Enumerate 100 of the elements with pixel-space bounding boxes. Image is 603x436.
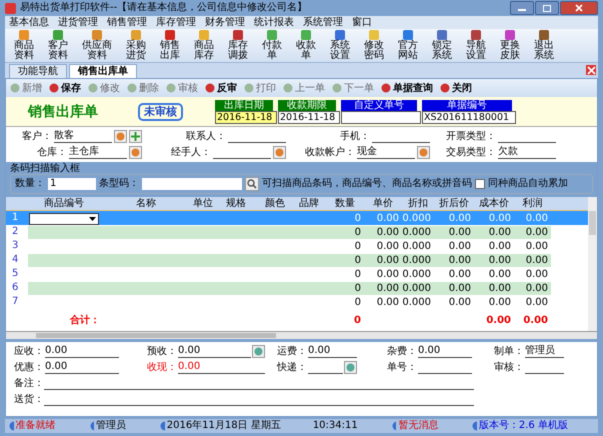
table-cell: 0.00 — [448, 282, 471, 294]
table-row[interactable]: 2 0 0.00 0.000 0.00 0.00 0.00 — [6, 225, 588, 239]
menu-item[interactable]: 窗口 — [352, 16, 372, 29]
column-header[interactable]: 成本价 — [474, 197, 514, 210]
column-header[interactable]: 商品编号 — [28, 197, 100, 210]
field-label: 单号： — [387, 362, 417, 374]
toolbar-button[interactable]: 导航设置 — [460, 29, 492, 62]
checkbox[interactable] — [475, 179, 485, 189]
field-label: 单据编号 — [422, 100, 512, 110]
column-header[interactable]: 折扣 — [402, 197, 434, 210]
dot-icon — [10, 83, 20, 93]
toolbar-button[interactable]: 商品库存 — [188, 29, 220, 62]
toolbar-button[interactable]: 销售出库 — [154, 29, 186, 62]
tab[interactable]: 功能导航 — [9, 64, 67, 78]
barcode-field[interactable] — [142, 178, 242, 190]
table-row[interactable]: 3 0 0.00 0.000 0.00 0.00 0.00 — [6, 239, 588, 253]
table-row[interactable]: 7 0 0.00 0.000 0.00 0.00 0.00 — [6, 295, 588, 309]
field-label: 预收： — [147, 346, 177, 358]
column-header[interactable]: 折后价 — [434, 197, 474, 210]
input-field[interactable]: 现金 — [357, 146, 415, 159]
menu-item[interactable]: 基本信息 — [9, 16, 49, 29]
table-cell: 0 — [354, 240, 361, 252]
dot-icon — [332, 83, 342, 93]
action-button[interactable]: 保存 — [49, 81, 81, 95]
row-number: 1 — [11, 212, 20, 224]
toolbar-button[interactable]: 付款单 — [256, 29, 288, 62]
input-field[interactable]: 管理员 — [525, 345, 564, 358]
total-value: 0.00 — [486, 314, 511, 326]
menu-item[interactable]: 库存管理 — [156, 16, 196, 29]
toolbar-button[interactable]: 锁定系统 — [426, 29, 458, 62]
field-label: 自定义单号 — [341, 100, 417, 110]
minimize-button[interactable] — [510, 1, 534, 15]
table-cell: 0 — [354, 268, 361, 280]
column-header[interactable]: 名称 — [100, 197, 192, 210]
column-header[interactable]: 单位 — [192, 197, 214, 210]
action-button[interactable]: 单据查询 — [381, 81, 433, 95]
menu-item[interactable]: 销售管理 — [107, 16, 147, 29]
tab[interactable]: 销售出库单 — [69, 64, 137, 78]
column-header[interactable]: 利润 — [514, 197, 551, 210]
toolbar-button[interactable]: 修改密码 — [358, 29, 390, 62]
field-label: 仓库： — [37, 147, 67, 159]
table-cell: 0.000 — [402, 282, 431, 294]
input-field[interactable]: 0.00 — [308, 345, 357, 358]
quantity-field[interactable]: 1 — [48, 178, 96, 190]
tab-close-icon[interactable] — [586, 65, 596, 75]
input-field[interactable]: 0.00 — [45, 345, 119, 358]
column-header[interactable]: 品牌 — [292, 197, 326, 210]
column-header[interactable]: 单价 — [364, 197, 402, 210]
dot-icon — [127, 83, 137, 93]
row-number: 5 — [11, 268, 20, 280]
table-row[interactable]: 4 0 0.00 0.000 0.00 0.00 0.00 — [6, 253, 588, 267]
input-field[interactable] — [341, 110, 421, 124]
table-cell: 0 — [354, 296, 361, 308]
toolbar-button[interactable]: 供应商资料 — [76, 29, 118, 62]
input-field[interactable]: 2016-11-18 — [278, 110, 340, 124]
column-header[interactable]: 颜色 — [258, 197, 292, 210]
menu-item[interactable]: 统计报表 — [254, 16, 294, 29]
input-field[interactable]: 散客 — [54, 130, 112, 143]
action-button[interactable]: 反审 — [205, 81, 237, 95]
toolbar-button[interactable]: 官方网站 — [392, 29, 424, 62]
table-row[interactable]: 6 0 0.00 0.000 0.00 0.00 0.00 — [6, 281, 588, 295]
menu-item[interactable]: 财务管理 — [205, 16, 245, 29]
toolbar-button[interactable]: 更换皮肤 — [494, 29, 526, 62]
input-field[interactable]: 2016-11-18 — [215, 110, 277, 124]
horizontal-scrollbar[interactable] — [6, 331, 597, 339]
action-button[interactable]: 关闭 — [440, 81, 472, 95]
menu-item[interactable]: 进货管理 — [58, 16, 98, 29]
column-header[interactable]: 规格 — [214, 197, 258, 210]
input-field[interactable]: 欠款 — [498, 146, 556, 159]
field-label: 开票类型： — [446, 131, 496, 143]
total-value: 0.00 — [523, 314, 548, 326]
close-button[interactable] — [560, 1, 598, 15]
input-field[interactable]: 0.00 — [178, 345, 251, 358]
dropdown-field[interactable] — [29, 212, 99, 224]
dot-icon — [166, 83, 176, 93]
toolbar-button[interactable]: 库存调拨 — [222, 29, 254, 62]
row-number: 6 — [11, 282, 20, 294]
close-icon — [575, 4, 583, 12]
toolbar-button[interactable]: 收款单 — [290, 29, 322, 62]
table-cell: 0.000 — [402, 296, 431, 308]
input-field[interactable]: 0.00 — [45, 361, 119, 374]
input-field[interactable]: 主仓库 — [69, 146, 127, 159]
menu-item[interactable]: 系统管理 — [303, 16, 343, 29]
maximize-button[interactable] — [535, 1, 559, 15]
search-button[interactable] — [245, 177, 259, 191]
table-cell: 0.00 — [448, 240, 471, 252]
column-header[interactable]: 数量 — [326, 197, 364, 210]
add-button[interactable] — [129, 130, 142, 143]
field-label: 收现： — [147, 362, 177, 374]
input-field[interactable]: 0.00 — [418, 345, 472, 358]
input-field[interactable]: 0.00 — [178, 361, 265, 374]
toolbar-button[interactable]: 客户资料 — [42, 29, 74, 62]
field-label: 备注： — [14, 378, 44, 390]
toolbar-button[interactable]: 系统设置 — [324, 29, 356, 62]
input-field[interactable]: XS201611180001 — [422, 110, 516, 124]
table-row[interactable]: 5 0 0.00 0.000 0.00 0.00 0.00 — [6, 267, 588, 281]
toolbar-button[interactable]: 退出系统 — [528, 29, 560, 62]
toolbar-button[interactable]: 商品资料 — [8, 29, 40, 62]
toolbar-button[interactable]: 采购进货 — [120, 29, 152, 62]
vertical-scrollbar[interactable] — [588, 197, 597, 331]
